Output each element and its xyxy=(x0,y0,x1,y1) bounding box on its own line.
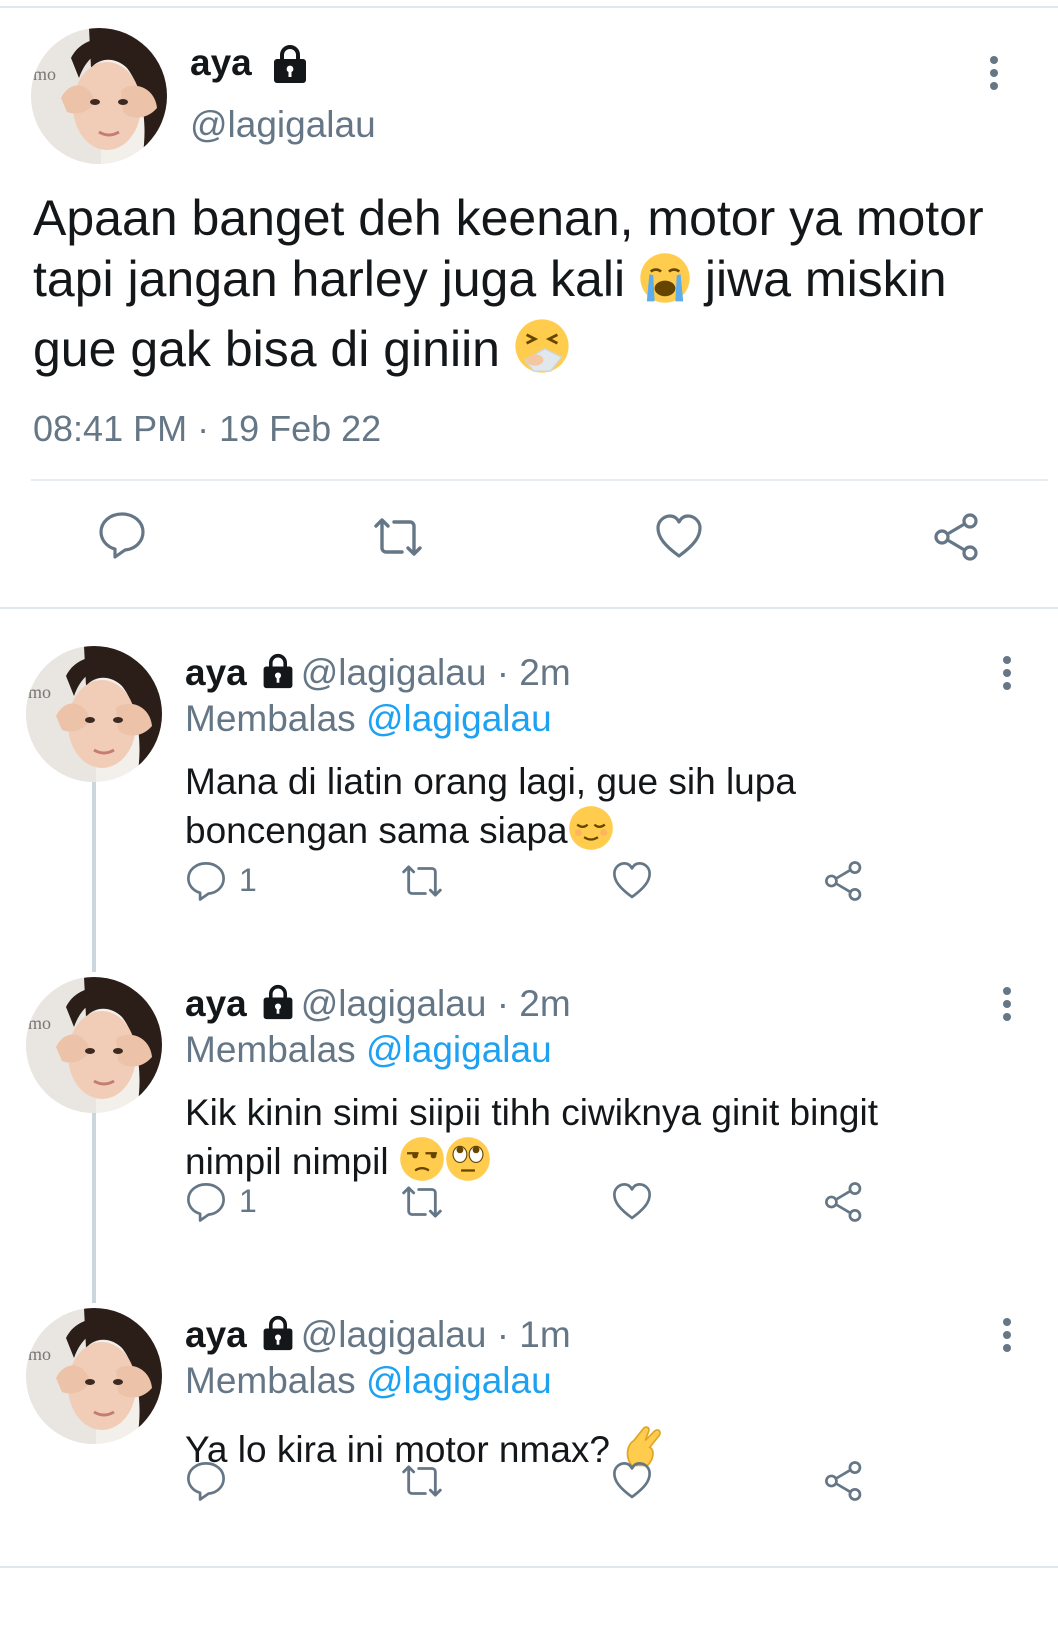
share-icon[interactable] xyxy=(823,1460,865,1507)
display-name[interactable]: aya xyxy=(185,1314,247,1355)
retweet-icon[interactable] xyxy=(397,860,447,907)
reply-header: aya @lagigalau · 2m xyxy=(185,652,571,694)
reply-text: Kik kinin simi siipii tihh ciwiknya gini… xyxy=(185,1089,1015,1193)
reply-actions: 1 xyxy=(185,1181,905,1227)
like-icon[interactable] xyxy=(654,512,704,567)
tweet-text-line: Apaan banget deh keenan, motor ya motor xyxy=(33,190,984,246)
like-icon[interactable] xyxy=(611,860,653,907)
replying-label: Membalas xyxy=(185,1360,356,1401)
like-icon[interactable] xyxy=(611,1460,653,1507)
sneezing-face-emoji xyxy=(514,318,570,388)
retweet-icon[interactable] xyxy=(368,512,428,567)
mention-link[interactable]: @lagigalau xyxy=(366,1360,552,1401)
lock-icon xyxy=(261,653,295,689)
share-icon[interactable] xyxy=(823,1181,865,1228)
reply-icon[interactable] xyxy=(185,1181,227,1228)
reply-tweet: aya @lagigalau · 2m Membalas @lagigalau M… xyxy=(0,646,1058,976)
reply-text-line: boncengan sama siapa xyxy=(185,810,568,851)
lock-icon xyxy=(261,984,295,1020)
user-handle[interactable]: @lagigalau xyxy=(301,652,487,693)
user-handle[interactable]: @lagigalau xyxy=(190,104,376,146)
avatar[interactable] xyxy=(26,646,162,782)
loudly-crying-face-emoji xyxy=(639,252,691,318)
reply-text-line: nimpil nimpil xyxy=(185,1141,389,1182)
tweet-text-line: gue gak bisa di giniin xyxy=(33,321,500,377)
user-handle[interactable]: @lagigalau xyxy=(301,1314,487,1355)
display-name[interactable]: aya xyxy=(185,652,247,693)
retweet-icon[interactable] xyxy=(397,1460,447,1507)
mention-link[interactable]: @lagigalau xyxy=(366,1029,552,1070)
reply-tweet: aya @lagigalau · 1m Membalas @lagigalau Y… xyxy=(0,1308,1058,1638)
reply-time: · 2m xyxy=(496,983,571,1024)
replying-to: Membalas @lagigalau xyxy=(185,698,552,740)
reply-icon[interactable] xyxy=(185,1460,227,1507)
reply-count: 1 xyxy=(239,862,257,898)
reply-actions: 1 xyxy=(185,860,905,906)
tweet-text-line: tapi jangan harley juga kali xyxy=(33,251,626,307)
more-options-icon[interactable] xyxy=(987,56,1001,96)
more-options-icon[interactable] xyxy=(1000,987,1014,1027)
reply-actions xyxy=(185,1460,905,1506)
replying-label: Membalas xyxy=(185,698,356,739)
reply-header: aya @lagigalau · 1m xyxy=(185,1314,571,1356)
replying-label: Membalas xyxy=(185,1029,356,1070)
more-options-icon[interactable] xyxy=(1000,1318,1014,1358)
avatar[interactable] xyxy=(26,977,162,1113)
display-name[interactable]: aya xyxy=(190,42,252,84)
mention-link[interactable]: @lagigalau xyxy=(366,698,552,739)
like-icon[interactable] xyxy=(611,1181,653,1228)
reply-header: aya @lagigalau · 2m xyxy=(185,983,571,1025)
avatar[interactable] xyxy=(26,1308,162,1444)
more-options-icon[interactable] xyxy=(1000,656,1014,696)
reply-text-line: Kik kinin simi siipii tihh ciwiknya gini… xyxy=(185,1092,878,1133)
lock-icon xyxy=(272,44,308,84)
avatar[interactable] xyxy=(31,28,167,164)
reply-time: · 2m xyxy=(496,652,571,693)
relieved-face-emoji xyxy=(568,805,614,862)
tweet-text: Apaan banget deh keenan, motor ya motor … xyxy=(33,188,1033,388)
reply-tweet: aya @lagigalau · 2m Membalas @lagigalau K… xyxy=(0,977,1058,1307)
reply-count: 1 xyxy=(239,1183,257,1219)
replying-to: Membalas @lagigalau xyxy=(185,1029,552,1071)
display-name[interactable]: aya xyxy=(185,983,247,1024)
reply-time: · 1m xyxy=(496,1314,571,1355)
lock-icon xyxy=(261,1315,295,1351)
replying-to: Membalas @lagigalau xyxy=(185,1360,552,1402)
reply-icon[interactable] xyxy=(97,510,147,565)
share-icon[interactable] xyxy=(823,860,865,907)
retweet-icon[interactable] xyxy=(397,1181,447,1228)
section-divider xyxy=(0,607,1058,609)
tweet-text-line: jiwa miskin xyxy=(704,251,947,307)
tweet-timestamp[interactable]: 08:41 PM · 19 Feb 22 xyxy=(33,408,381,450)
divider xyxy=(31,479,1048,481)
reply-text-line: Mana di liatin orang lagi, gue sih lupa xyxy=(185,761,796,802)
main-tweet: aya @lagigalau Apaan banget deh keenan, … xyxy=(0,8,1058,608)
section-divider xyxy=(0,1566,1058,1568)
share-icon[interactable] xyxy=(932,512,982,567)
reply-icon[interactable] xyxy=(185,860,227,907)
user-handle[interactable]: @lagigalau xyxy=(301,983,487,1024)
reply-text: Mana di liatin orang lagi, gue sih lupa … xyxy=(185,758,1015,862)
